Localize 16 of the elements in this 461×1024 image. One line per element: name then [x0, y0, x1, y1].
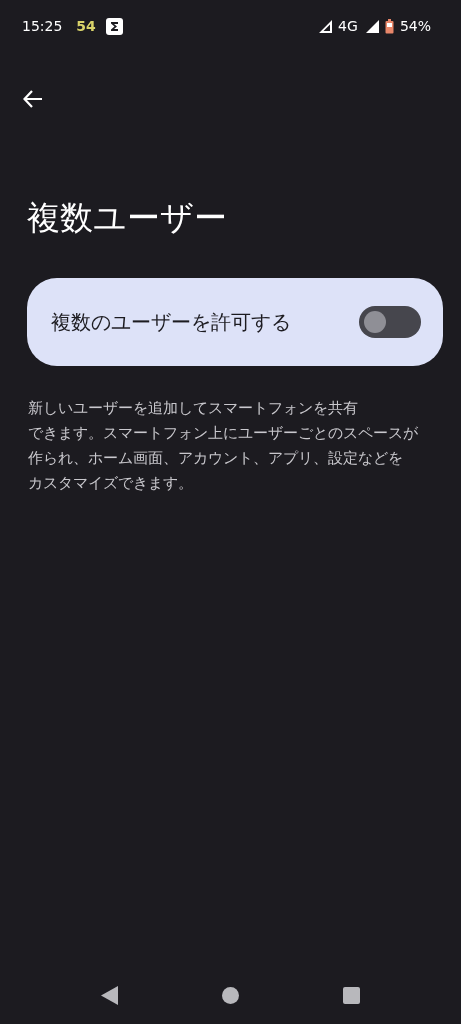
- home-icon[interactable]: [222, 987, 239, 1004]
- battery-icon: [384, 18, 394, 34]
- signal-icon: [319, 19, 333, 33]
- back-icon[interactable]: [101, 986, 118, 1005]
- page-title: 複数ユーザー: [27, 198, 228, 238]
- network-type: 4G: [338, 18, 358, 34]
- toggle-label: 複数のユーザーを許可する: [51, 308, 292, 336]
- sigma-app-icon: [105, 17, 123, 35]
- toggle-switch[interactable]: [359, 306, 421, 338]
- signal-icon: [365, 19, 379, 33]
- toggle-card[interactable]: 複数のユーザーを許可する: [27, 278, 443, 366]
- description-text: 新しいユーザーを追加してスマートフォンを共有 できます。スマートフォン上にユーザーごとのスペースが 作られ、ホーム画面、アカウント、アプリ、設定などを カスタマイズできます。: [28, 399, 419, 493]
- status-time: 15:25: [22, 18, 63, 34]
- back-arrow-icon[interactable]: [23, 90, 43, 108]
- battery-percent: 54%: [399, 18, 431, 34]
- notification-count: 54: [76, 18, 96, 34]
